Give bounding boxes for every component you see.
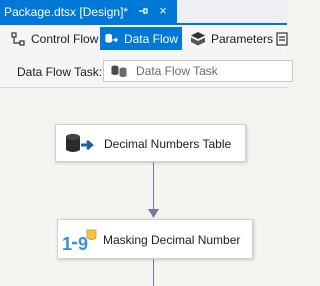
task-selector-bar: Data Flow Task: Data Flow Task — [0, 52, 293, 88]
tab-parameters[interactable]: Parameters — [186, 27, 277, 50]
data-flow-task-icon — [111, 65, 127, 77]
task-dropdown-value: Data Flow Task — [136, 64, 218, 78]
component-label: Masking Decimal Number — [103, 233, 241, 247]
close-icon[interactable]: × — [156, 4, 170, 18]
control-flow-icon — [11, 31, 25, 46]
data-flow-icon — [105, 33, 119, 43]
tab-data-flow[interactable]: Data Flow — [100, 27, 182, 50]
component-masking-decimal-number[interactable]: 1 9 Masking Decimal Number — [57, 219, 253, 259]
component-label: Decimal Numbers Table — [104, 137, 232, 151]
parameters-icon — [191, 31, 205, 45]
component-decimal-numbers-table[interactable]: Decimal Numbers Table — [55, 124, 246, 162]
document-tab-strip: Package.dtsx [Design]* × — [0, 0, 287, 23]
document-tab[interactable]: Package.dtsx [Design]* × — [0, 0, 177, 23]
task-label: Data Flow Task: — [17, 65, 103, 79]
pin-icon[interactable] — [137, 5, 149, 17]
svg-text:1: 1 — [62, 234, 72, 254]
tab-parameters-label: Parameters — [211, 31, 274, 46]
tab-control-flow-label: Control Flow — [31, 31, 99, 46]
tab-data-flow-label: Data Flow — [123, 31, 178, 46]
data-flow-canvas[interactable]: Decimal Numbers Table 1 9 Masking Decima… — [0, 89, 287, 286]
event-handlers-icon — [276, 31, 288, 46]
data-path-outgoing[interactable] — [153, 259, 154, 286]
svg-text:9: 9 — [78, 234, 88, 254]
document-tab-title: Package.dtsx [Design]* — [4, 4, 129, 19]
tab-control-flow[interactable]: Control Flow — [6, 27, 102, 50]
designer-tab-bar: Control Flow Data Flow Parameters — [0, 25, 288, 52]
data-path-arrowhead — [148, 209, 159, 218]
tab-overflow[interactable] — [276, 27, 293, 50]
task-dropdown[interactable]: Data Flow Task — [103, 60, 293, 82]
database-source-icon — [66, 134, 94, 152]
numeric-transform-icon: 1 9 — [62, 229, 97, 254]
